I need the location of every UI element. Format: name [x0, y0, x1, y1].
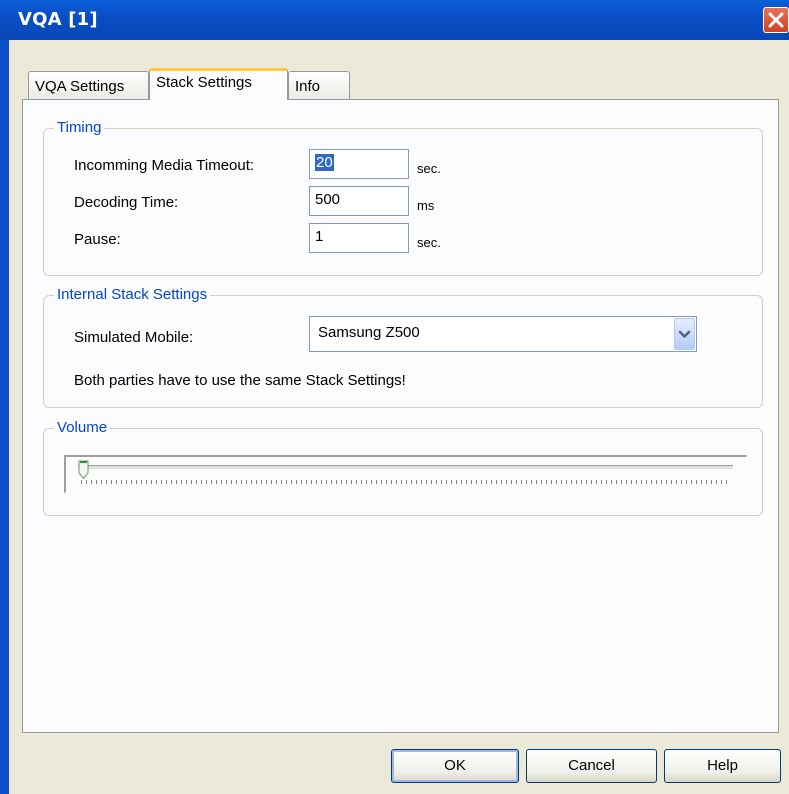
simulated-mobile-label: Simulated Mobile: [74, 329, 194, 346]
decoding-time-value: 500 [315, 191, 341, 208]
slider-thumb[interactable] [78, 460, 89, 480]
pause-input[interactable]: 1 [309, 223, 409, 253]
cancel-button[interactable]: Cancel [526, 749, 657, 783]
slider-track [78, 465, 733, 470]
tab-stack-settings[interactable]: Stack Settings [149, 68, 288, 100]
help-button-label: Help [707, 757, 738, 774]
tab-label: VQA Settings [35, 78, 125, 95]
tab-vqa-settings[interactable]: VQA Settings [28, 71, 149, 99]
tab-label: Stack Settings [156, 74, 252, 91]
ok-button[interactable]: OK [391, 749, 519, 783]
window-frame [0, 40, 9, 794]
close-icon [768, 12, 784, 28]
pause-label: Pause: [74, 231, 121, 248]
tab-info[interactable]: Info [288, 71, 350, 99]
dialog-window: VQA [1] VQA Settings Stack Settings Info… [0, 0, 789, 794]
timing-group-title: Timing [54, 119, 105, 136]
decoding-time-label: Decoding Time: [74, 194, 179, 211]
title-bar[interactable]: VQA [1] [0, 0, 789, 40]
incoming-timeout-unit: sec. [417, 161, 441, 176]
incoming-timeout-label: Incomming Media Timeout: [74, 157, 255, 174]
ok-button-label: OK [444, 757, 466, 774]
volume-slider[interactable] [64, 455, 747, 493]
stack-settings-note: Both parties have to use the same Stack … [74, 372, 406, 389]
decoding-time-input[interactable]: 500 [309, 186, 409, 216]
slider-ticks [81, 480, 731, 484]
chevron-down-icon [678, 330, 691, 338]
pause-value: 1 [315, 228, 324, 245]
close-button[interactable] [763, 7, 789, 33]
decoding-time-unit: ms [417, 198, 435, 213]
simulated-mobile-value: Samsung Z500 [318, 324, 420, 341]
volume-group-title: Volume [54, 419, 111, 436]
window-title: VQA [1] [18, 9, 98, 30]
cancel-button-label: Cancel [568, 757, 615, 774]
incoming-timeout-value: 20 [315, 154, 334, 171]
help-button[interactable]: Help [664, 749, 781, 783]
dropdown-button[interactable] [674, 318, 695, 350]
pause-unit: sec. [417, 235, 441, 250]
internal-stack-group-title: Internal Stack Settings [54, 286, 211, 303]
simulated-mobile-select[interactable]: Samsung Z500 [309, 316, 697, 352]
incoming-timeout-input[interactable]: 20 [309, 149, 409, 179]
tab-label: Info [295, 78, 321, 95]
